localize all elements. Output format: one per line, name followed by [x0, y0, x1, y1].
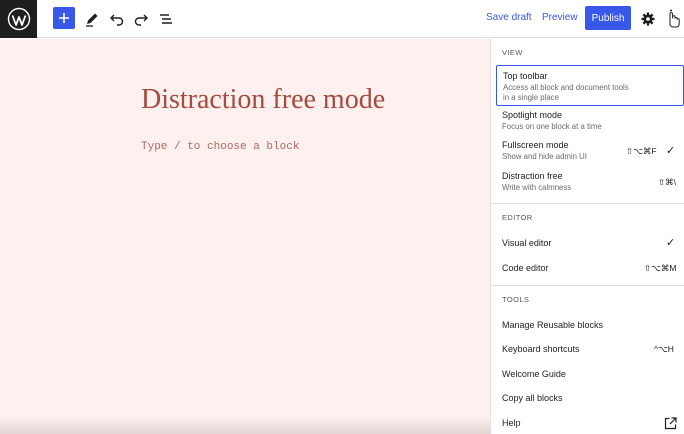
menu-item-title: Welcome Guide	[502, 369, 566, 379]
menu-item-title: Top toolbar	[503, 71, 548, 81]
editor-section-label: EDITOR	[502, 213, 533, 222]
menu-item-title: Fullscreen mode	[502, 140, 569, 150]
save-draft-button[interactable]: Save draft	[486, 12, 532, 23]
post-title[interactable]: Distraction free mode	[141, 84, 385, 116]
checkmark-icon: ✓	[666, 237, 676, 249]
preview-button[interactable]: Preview	[542, 12, 578, 23]
options-menu: VIEW Top toolbar Access all block and do…	[490, 39, 684, 434]
menu-item-description: Focus on one block at a time	[502, 122, 602, 131]
menu-item-title: Distraction free	[502, 171, 563, 181]
undo-button[interactable]	[105, 7, 129, 31]
list-view-icon	[160, 14, 172, 24]
menu-item-top-toolbar[interactable]: Top toolbar Access all block and documen…	[496, 65, 684, 106]
menu-item-description: Access all block and document tools	[503, 83, 629, 92]
plus-icon	[59, 13, 69, 23]
menu-item-copy-all-blocks[interactable]: Copy all blocks	[496, 389, 684, 409]
menu-item-title: Keyboard shortcuts	[502, 344, 580, 354]
menu-item-visual-editor[interactable]: Visual editor ✓	[496, 234, 684, 254]
menu-divider	[491, 203, 684, 204]
redo-icon	[134, 14, 148, 26]
keyboard-shortcut: ⇧⌘\	[658, 177, 676, 187]
keyboard-shortcut: ⇧⌥⌘M	[644, 263, 677, 273]
checkmark-icon: ✓	[666, 145, 676, 157]
block-appender-placeholder[interactable]: Type / to choose a block	[141, 141, 299, 153]
menu-divider	[491, 285, 684, 286]
redo-button[interactable]	[129, 7, 153, 31]
menu-item-title: Code editor	[502, 263, 549, 273]
menu-item-title: Copy all blocks	[502, 393, 563, 403]
keyboard-shortcut: ⇧⌥⌘F	[626, 146, 657, 156]
editor-header: Save draft Preview Publish	[0, 0, 684, 38]
tools-section-label: TOOLS	[502, 295, 530, 304]
undo-icon	[110, 14, 124, 26]
publish-button[interactable]: Publish	[585, 6, 631, 30]
menu-item-keyboard-shortcuts[interactable]: Keyboard shortcuts ^⌥H	[496, 340, 684, 360]
menu-item-description: in a single place	[503, 93, 559, 102]
menu-item-distraction-free[interactable]: Distraction free Write with calmness ⇧⌘\	[496, 169, 684, 197]
menu-item-manage-reusable-blocks[interactable]: Manage Reusable blocks	[496, 316, 684, 336]
external-link-icon	[664, 417, 677, 430]
menu-item-code-editor[interactable]: Code editor ⇧⌥⌘M	[496, 259, 684, 279]
menu-item-description: Write with calmness	[502, 183, 572, 192]
document-overview-button[interactable]	[154, 7, 178, 31]
editor-canvas[interactable]: Distraction free mode Type / to choose a…	[0, 39, 490, 434]
menu-item-spotlight-mode[interactable]: Spotlight mode Focus on one block at a t…	[496, 108, 684, 136]
menu-item-description: Show and hide admin UI	[502, 152, 587, 161]
view-section-label: VIEW	[502, 48, 523, 57]
wordpress-icon	[7, 7, 30, 31]
gear-icon	[641, 12, 655, 26]
keyboard-shortcut: ^⌥H	[654, 344, 674, 354]
menu-item-title: Help	[502, 418, 521, 428]
menu-item-welcome-guide[interactable]: Welcome Guide	[496, 365, 684, 385]
menu-item-title: Spotlight mode	[502, 110, 563, 120]
block-inserter-button[interactable]	[53, 7, 75, 29]
menu-item-help[interactable]: Help	[496, 414, 684, 434]
settings-button[interactable]	[636, 7, 660, 31]
pencil-icon	[86, 13, 98, 27]
tools-button[interactable]	[80, 7, 104, 31]
canvas-bottom-shadow	[0, 416, 490, 434]
wordpress-logo-button[interactable]	[0, 0, 37, 38]
options-button[interactable]	[662, 7, 684, 31]
menu-item-title: Visual editor	[502, 238, 552, 248]
hand-cursor-icon	[669, 9, 680, 28]
menu-item-title: Manage Reusable blocks	[502, 320, 604, 330]
menu-item-fullscreen-mode[interactable]: Fullscreen mode Show and hide admin UI ⇧…	[496, 138, 684, 166]
